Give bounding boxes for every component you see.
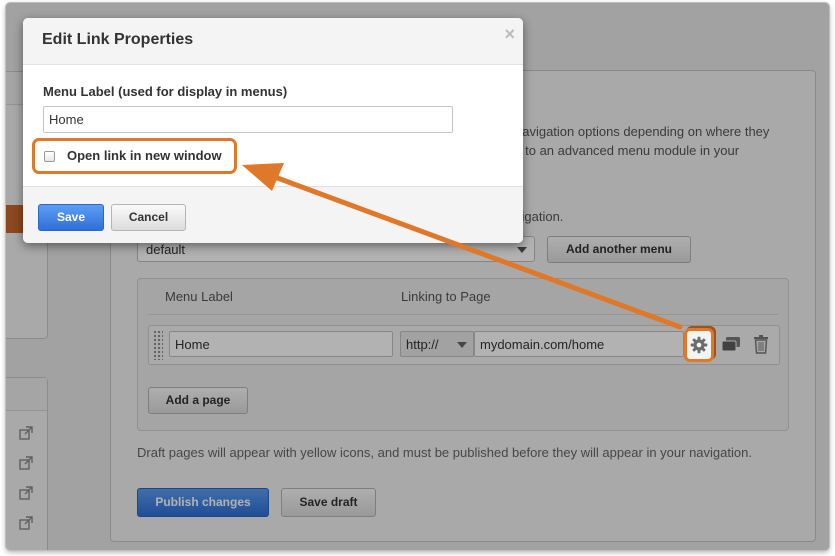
annotation-arrow-head: [242, 163, 284, 191]
annotation-arrow-shaft: [261, 170, 683, 330]
window-frame: navigation options depending on where th…: [6, 3, 829, 550]
annotation-arrow: [242, 163, 683, 330]
